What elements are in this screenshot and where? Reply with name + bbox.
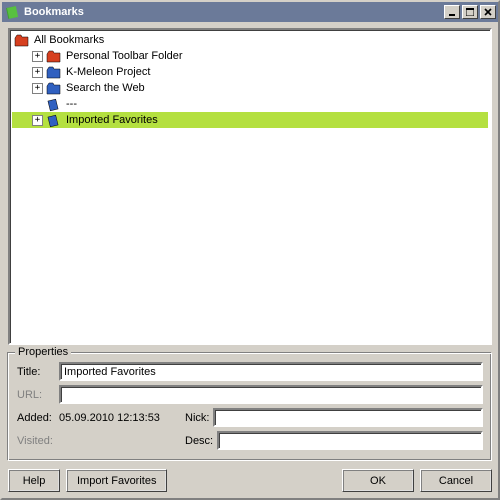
folder-icon	[46, 48, 62, 64]
tree-item-selected[interactable]: + Imported Favorites	[12, 112, 488, 128]
bookmarks-tree[interactable]: All Bookmarks + Personal Toolbar Folder …	[8, 28, 492, 345]
tree-item[interactable]: + Personal Toolbar Folder	[12, 48, 488, 64]
maximize-button[interactable]	[462, 5, 478, 19]
bookmark-icon	[46, 96, 62, 112]
properties-legend: Properties	[15, 346, 71, 358]
tree-item[interactable]: + Search the Web	[12, 80, 488, 96]
tree-root-label: All Bookmarks	[32, 34, 106, 46]
tree-root[interactable]: All Bookmarks	[12, 32, 488, 48]
window-title: Bookmarks	[24, 6, 444, 18]
desc-label: Desc:	[185, 435, 213, 447]
content-area: All Bookmarks + Personal Toolbar Folder …	[2, 22, 498, 498]
tree-item[interactable]: + K-Meleon Project	[12, 64, 488, 80]
folder-icon	[46, 80, 62, 96]
expand-toggle[interactable]: +	[32, 115, 43, 126]
tree-item[interactable]: ---	[12, 96, 488, 112]
expand-toggle[interactable]: +	[32, 83, 43, 94]
folder-icon	[46, 64, 62, 80]
title-input[interactable]	[59, 362, 483, 381]
titlebar-buttons	[444, 5, 496, 19]
button-row: Help Import Favorites OK Cancel	[8, 465, 492, 492]
nick-label: Nick:	[185, 412, 209, 424]
tree-item-label: Search the Web	[64, 82, 147, 94]
url-input	[59, 385, 483, 404]
ok-button[interactable]: OK	[342, 469, 414, 492]
url-label: URL:	[17, 389, 55, 401]
tree-item-label: ---	[64, 98, 79, 110]
bookmark-icon	[46, 112, 62, 128]
desc-input[interactable]	[217, 431, 483, 450]
help-button[interactable]: Help	[8, 469, 60, 492]
visited-label: Visited:	[17, 435, 55, 447]
expand-toggle[interactable]: +	[32, 67, 43, 78]
bookmarks-window: Bookmarks All Bookmarks +	[0, 0, 500, 500]
tree-item-label: Personal Toolbar Folder	[64, 50, 185, 62]
tree-item-label: Imported Favorites	[64, 114, 160, 126]
title-label: Title:	[17, 366, 55, 378]
app-icon	[4, 4, 20, 20]
added-value: 05.09.2010 12:13:53	[59, 412, 181, 424]
nick-input[interactable]	[213, 408, 483, 427]
cancel-button[interactable]: Cancel	[420, 469, 492, 492]
folder-icon	[14, 32, 30, 48]
expand-toggle[interactable]: +	[32, 51, 43, 62]
close-button[interactable]	[480, 5, 496, 19]
tree-item-label: K-Meleon Project	[64, 66, 152, 78]
minimize-button[interactable]	[444, 5, 460, 19]
titlebar[interactable]: Bookmarks	[2, 2, 498, 22]
import-favorites-button[interactable]: Import Favorites	[66, 469, 167, 492]
added-label: Added:	[17, 412, 55, 424]
properties-panel: Properties Title: URL: Added: 05.09.2010…	[8, 353, 492, 461]
